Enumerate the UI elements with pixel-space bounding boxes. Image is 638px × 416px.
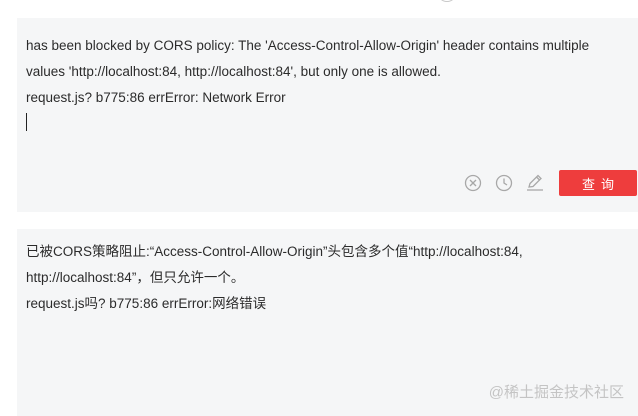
edit-icon[interactable] <box>524 172 546 194</box>
translator-page: has been blocked by CORS policy: The 'Ac… <box>0 0 638 416</box>
translation-line: request.js吗? b775:86 errError:网络错误 <box>26 296 267 311</box>
top-strip <box>0 0 638 6</box>
source-line: values 'http://localhost:84, http://loca… <box>26 64 441 79</box>
translation-text: 已被CORS策略阻止:“Access-Control-Allow-Origin”… <box>26 239 626 317</box>
watermark: @稀土掘金技术社区 <box>488 384 624 401</box>
query-button[interactable]: 查询 <box>559 170 637 196</box>
translation-line: http://localhost:84”，但只允许一个。 <box>26 270 245 285</box>
source-text-panel[interactable]: has been blocked by CORS policy: The 'Ac… <box>17 18 638 212</box>
translation-result-panel: 已被CORS策略阻止:“Access-Control-Allow-Origin”… <box>17 229 638 416</box>
translation-line: 已被CORS策略阻止:“Access-Control-Allow-Origin”… <box>26 244 523 259</box>
source-line: request.js? b775:86 errError: Network Er… <box>26 90 286 105</box>
partial-icon <box>437 0 457 2</box>
clear-icon[interactable] <box>462 172 484 194</box>
source-line: has been blocked by CORS policy: The 'Ac… <box>26 38 590 53</box>
text-cursor <box>26 113 27 131</box>
source-toolbar: 查询 <box>462 170 638 196</box>
source-text[interactable]: has been blocked by CORS policy: The 'Ac… <box>26 33 626 111</box>
history-icon[interactable] <box>493 172 515 194</box>
